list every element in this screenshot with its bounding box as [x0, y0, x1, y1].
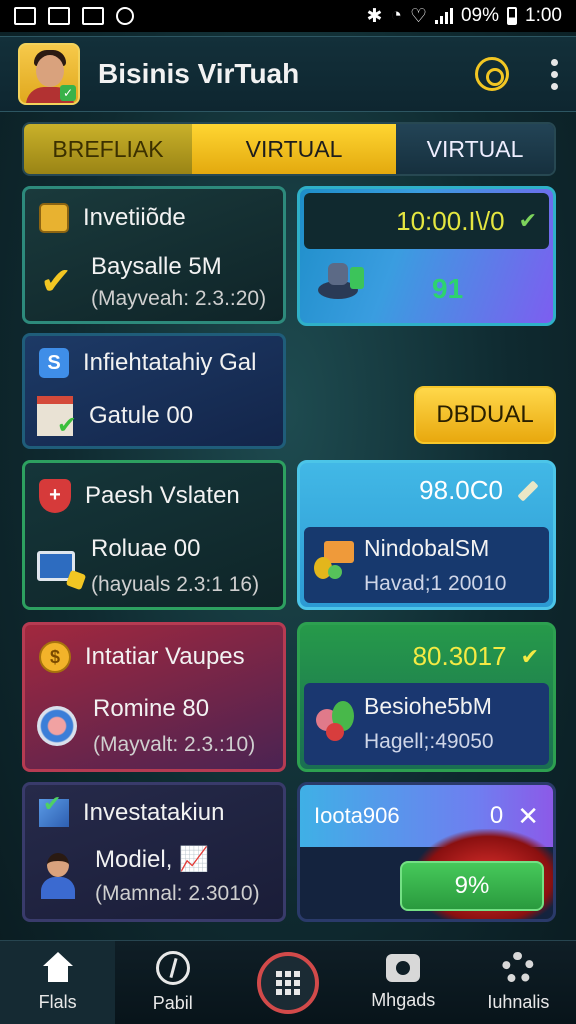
- status-icons-right: ✱ ◔ ♡ 09% 1:00: [367, 5, 562, 28]
- investment-card-2[interactable]: S Infiehtatahiy Gal Gatule 00: [22, 333, 286, 449]
- card-amount: 0: [489, 802, 504, 829]
- image-icon: [48, 7, 70, 25]
- battery-icon: [507, 7, 518, 25]
- emblem-icon: [37, 706, 77, 746]
- coin-icon: $: [39, 641, 71, 673]
- investment-card-1[interactable]: Invetiiõde ✔ Baysalle 5M (Mayveah: 2.3.:…: [22, 186, 286, 324]
- nav-item-mhgads[interactable]: Mhgads: [346, 941, 461, 1024]
- mail-icon: [82, 7, 104, 25]
- chart-icon: 📈: [179, 846, 209, 873]
- avatar[interactable]: ✓: [18, 43, 80, 105]
- tab-virtual-active[interactable]: VIRTUAL: [192, 124, 396, 174]
- vibrate-icon: ♡: [409, 5, 427, 27]
- clock: 1:00: [525, 5, 562, 26]
- card-amount: 98.0C0: [419, 475, 503, 505]
- card-value: Gatule 00: [89, 402, 194, 429]
- checkmark-icon: ✔: [520, 643, 539, 669]
- shapes-icon: [314, 541, 356, 583]
- dbdual-button[interactable]: DBDUAL: [414, 386, 556, 444]
- s-icon: S: [39, 348, 69, 378]
- person-icon: [37, 852, 79, 899]
- card-subtext: (Mamnal: 2.3010): [95, 882, 260, 905]
- nav-item-settings[interactable]: Iuhnalis: [461, 941, 576, 1024]
- bottom-nav: Flals Pabil Mhgads Iuhnalis: [0, 940, 576, 1024]
- compass-icon: [155, 951, 190, 985]
- card-title: Investatakiun: [83, 799, 225, 826]
- value-card-5[interactable]: Ioota906 0 ✕ 9%: [297, 782, 556, 922]
- card-subtext: (hayuals 2.3:1 16): [91, 573, 260, 596]
- signal-icon: [434, 8, 453, 24]
- nav-label: Pabil: [152, 993, 193, 1013]
- coins-icon: [318, 263, 364, 301]
- percent-button[interactable]: 9%: [400, 861, 544, 911]
- card-subtext: (Mayveah: 2.3.:20): [91, 287, 267, 310]
- app-title: Bisinis VirTuah: [98, 58, 300, 89]
- edit-icon[interactable]: [517, 479, 539, 502]
- card-title: Infiehtatahiy Gal: [83, 349, 257, 376]
- card-title: Intatiar Vaupes: [85, 643, 245, 670]
- card-count: 91: [432, 273, 464, 304]
- monitor-icon: [37, 551, 75, 581]
- card-value: Roluae 00: [91, 535, 201, 562]
- investment-card-4[interactable]: $ Intatiar Vaupes Romine 80 (Mayvalt: 2.…: [22, 622, 286, 772]
- nav-item-home[interactable]: Flals: [0, 941, 116, 1024]
- tab-virtual[interactable]: VIRTUAL: [396, 124, 554, 174]
- card-amount: 80.3017: [412, 641, 507, 671]
- battery-percent: 09%: [460, 5, 500, 26]
- sync-icon: [116, 7, 134, 25]
- card-subtext: Havad;1 20010: [364, 572, 507, 595]
- card-value: Romine 80: [93, 695, 210, 722]
- card-value: Besiohe5bM: [364, 693, 492, 719]
- notification-icon: [14, 7, 36, 25]
- close-icon[interactable]: ✕: [517, 801, 539, 832]
- card-subtext: (Mayvalt: 2.3.:10): [93, 733, 256, 756]
- value-card-1[interactable]: 10:00.I\/0 ✔ 91: [297, 186, 556, 326]
- nav-item-center[interactable]: [230, 941, 345, 1024]
- status-icons-left: [14, 7, 134, 25]
- nav-item-profil[interactable]: Pabil: [115, 941, 230, 1024]
- value-card-3[interactable]: 98.0C0 NindobalSM Havad;1 20010: [297, 460, 556, 610]
- nav-label: Iuhnalis: [487, 992, 550, 1012]
- status-bar: ✱ ◔ ♡ 09% 1:00: [0, 0, 576, 32]
- card-title: Paesh Vslaten: [85, 482, 240, 509]
- card-value: NindobalSM: [364, 535, 490, 561]
- more-options-icon[interactable]: [551, 58, 558, 90]
- wifi-icon: ◔: [390, 5, 402, 26]
- investment-card-3[interactable]: + Paesh Vslaten Roluae 00 (hayuals 2.3:1…: [22, 460, 286, 610]
- nav-label: Mhgads: [371, 990, 436, 1010]
- bluetooth-icon: ✱: [366, 5, 383, 27]
- home-icon: [41, 952, 75, 984]
- vault-icon: [39, 203, 69, 233]
- shield-icon: +: [39, 479, 71, 513]
- card-title: Invetiiõde: [83, 204, 186, 231]
- target-icon[interactable]: [475, 57, 509, 91]
- gear-icon: [502, 952, 535, 984]
- checkmark-icon: ✔: [518, 208, 537, 233]
- camera-icon: [386, 954, 421, 982]
- grid-button[interactable]: [257, 951, 319, 1014]
- tab-brefliak[interactable]: BREFLIAK: [24, 124, 192, 174]
- verified-badge-icon: ✓: [60, 85, 76, 101]
- card-value: Baysalle 5M: [91, 253, 222, 280]
- card-title: Ioota906: [314, 803, 400, 828]
- calendar-check-icon: [37, 396, 77, 440]
- fruits-icon: [316, 701, 356, 741]
- tab-bar: BREFLIAK VIRTUAL VIRTUAL: [22, 122, 556, 176]
- investment-card-5[interactable]: Investatakiun Modiel, 📈 (Mamnal: 2.3010): [22, 782, 286, 922]
- nav-label: Flals: [38, 992, 77, 1012]
- cube-check-icon: [39, 791, 69, 827]
- card-subtext: Hagell;:49050: [364, 730, 494, 753]
- card-value: Modiel, 📈: [95, 846, 209, 873]
- card-amount: 10:00.I\/0: [396, 205, 505, 236]
- checkmark-icon: ✔: [40, 261, 72, 303]
- grid-icon: [276, 970, 300, 995]
- app-header: ✓ Bisinis VirTuah: [0, 36, 576, 112]
- value-card-4[interactable]: 80.3017 ✔ Besiohe5bM Hagell;:49050: [297, 622, 556, 772]
